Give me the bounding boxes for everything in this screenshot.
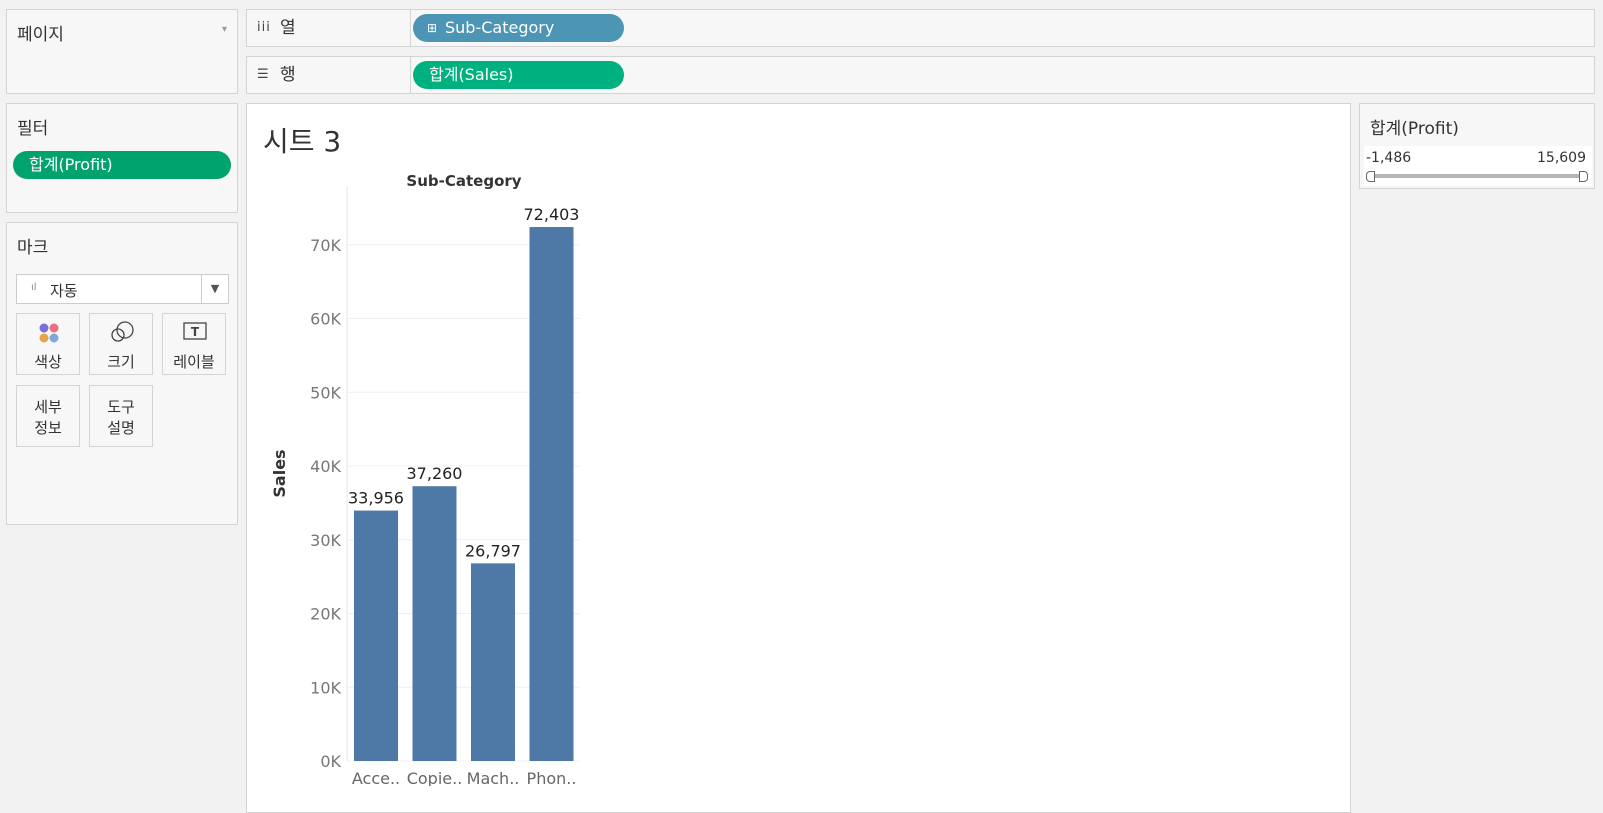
filter-max-value: 15,609 xyxy=(1537,150,1586,166)
range-slider-min-handle[interactable] xyxy=(1366,171,1375,182)
bar-value-label: 33,956 xyxy=(348,489,404,508)
filter-range-box: -1,486 15,609 xyxy=(1364,146,1592,186)
bar-chart-icon: ıl xyxy=(31,282,37,293)
mark-type-dropdown[interactable]: ıl 자동 ▼ xyxy=(16,274,229,304)
bar-3 xyxy=(529,227,574,761)
bar-value-label: 37,260 xyxy=(407,464,463,483)
y-tick-label: 10K xyxy=(310,678,341,697)
rows-shelf-label: ☰ 행 xyxy=(247,57,411,93)
bar-value-label: 26,797 xyxy=(465,541,521,560)
label-icon: T xyxy=(183,322,207,340)
pages-panel: 페이지 ▾ xyxy=(6,9,238,94)
y-axis-label: Sales xyxy=(270,449,289,497)
y-tick-label: 50K xyxy=(310,383,341,402)
x-tick-label: Phon.. xyxy=(527,769,577,786)
size-button[interactable]: 크기 xyxy=(89,313,153,375)
bar-1 xyxy=(412,486,457,761)
expand-icon[interactable]: ⊞ xyxy=(427,14,437,42)
bar-0 xyxy=(354,510,398,761)
x-tick-label: Acce.. xyxy=(352,769,400,786)
color-button-label: 색상 xyxy=(34,353,62,371)
detail-button[interactable]: 세부 정보 xyxy=(16,385,80,447)
sub-category-pill[interactable]: ⊞ Sub-Category xyxy=(413,14,624,42)
rows-shelf[interactable]: ☰ 행 합계(Sales) xyxy=(246,56,1595,94)
columns-icon: iii xyxy=(257,20,271,35)
label-button-label: 레이블 xyxy=(173,353,215,371)
sheet-title: 시트 3 xyxy=(263,125,342,158)
filter-min-value: -1,486 xyxy=(1366,150,1412,166)
color-button[interactable]: 색상 xyxy=(16,313,80,375)
chart-title: Sub-Category xyxy=(406,172,521,190)
marks-panel-title: 마크 xyxy=(17,238,49,258)
filters-panel: 필터 합계(Profit) xyxy=(6,103,238,213)
chevron-down-icon[interactable]: ▾ xyxy=(222,24,227,35)
range-slider-track[interactable] xyxy=(1370,174,1584,178)
y-tick-label: 20K xyxy=(310,605,341,624)
columns-shelf[interactable]: iii 열 ⊞ Sub-Category xyxy=(246,9,1595,47)
filter-card-title: 합계(Profit) xyxy=(1370,119,1459,139)
profit-filter-card: 합계(Profit) -1,486 15,609 xyxy=(1359,103,1595,189)
x-tick-label: Mach.. xyxy=(467,769,520,786)
y-tick-label: 40K xyxy=(310,457,341,476)
sum-sales-pill[interactable]: 합계(Sales) xyxy=(413,61,624,89)
y-tick-label: 70K xyxy=(310,236,341,255)
rows-icon: ☰ xyxy=(257,67,270,82)
bar-value-label: 72,403 xyxy=(524,205,580,224)
svg-text:T: T xyxy=(191,325,200,339)
y-tick-label: 60K xyxy=(310,310,341,329)
sheet-view: 시트 3 0K 10K 20K 30K 40K 50K 60K 70K Sub-Category… xyxy=(246,103,1351,813)
bar-chart: 0K 10K 20K 30K 40K 50K 60K 70K Sub-Category Sales… xyxy=(270,172,580,786)
size-icon xyxy=(111,321,134,342)
y-tick-label: 0K xyxy=(320,752,341,771)
x-tick-label: Copie.. xyxy=(407,769,463,786)
label-button[interactable]: T 레이블 xyxy=(162,313,226,375)
marks-panel: 마크 ıl 자동 ▼ 색상 크기 T 레이블 세부 정보 도구 설명 xyxy=(6,222,238,525)
bar-2 xyxy=(471,563,515,761)
size-button-label: 크기 xyxy=(107,353,135,371)
dropdown-arrow-icon[interactable]: ▼ xyxy=(201,275,228,303)
y-tick-label: 30K xyxy=(310,531,341,550)
color-icon xyxy=(39,323,59,343)
tooltip-button[interactable]: 도구 설명 xyxy=(89,385,153,447)
pages-panel-title: 페이지 xyxy=(17,25,64,45)
filters-panel-title: 필터 xyxy=(17,119,49,139)
range-slider-max-handle[interactable] xyxy=(1579,171,1588,182)
filter-pill-profit[interactable]: 합계(Profit) xyxy=(13,151,231,179)
columns-shelf-label: iii 열 xyxy=(247,10,411,46)
